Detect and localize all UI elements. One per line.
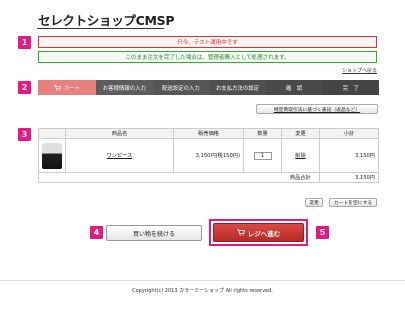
header-qty: 数量 (243, 128, 282, 139)
step-label: お客様情報の入力 (102, 85, 146, 92)
page-title: セレクトショップCMSP (38, 13, 175, 28)
section-badge-2: 2 (18, 81, 31, 94)
item-subtotal: 3,150円 (319, 138, 379, 173)
step-label: お支払方法の設定 (215, 85, 260, 92)
header-change: 変更 (281, 128, 320, 139)
header-image (38, 128, 66, 139)
cart-table: 商品名 販売価格 数量 変更 小計 ワンピース 3,150円(税150円) 1 … (38, 128, 379, 183)
update-button-label: 変更 (309, 201, 319, 206)
step-label: カート (63, 85, 81, 92)
table-header-row: 商品名 販売価格 数量 変更 小計 (38, 128, 379, 139)
continue-shopping-label: 買い物を続ける (132, 230, 175, 238)
checkout-button[interactable]: レジへ進む (213, 223, 304, 242)
update-button[interactable]: 変更 (305, 198, 323, 207)
tokushoho-link-label: 特定商取引法に基づく表記（返品など） (273, 107, 361, 113)
header-product: 商品名 (65, 128, 174, 139)
clear-cart-button[interactable]: カートを空にする (329, 198, 377, 207)
cart-icon (236, 229, 245, 236)
step-payment: お支払方法の設定 (209, 80, 266, 95)
test-mode-notice: 只今、テスト運用中です (38, 36, 377, 48)
section-badge-1: 1 (18, 36, 31, 49)
qty-cell: 1 (243, 138, 282, 173)
step-cart: カート (38, 80, 96, 95)
product-name-link[interactable]: ワンピース (107, 153, 133, 159)
table-row: ワンピース 3,150円(税150円) 1 削除 3,150円 (38, 138, 379, 173)
cart-icon (53, 84, 61, 91)
header-price: 販売価格 (173, 128, 244, 139)
footer-copyright: Copyright(c) 2013 カラーミーショップ All rights r… (0, 280, 405, 294)
product-name-cell: ワンピース (65, 138, 174, 173)
total-value: 3,150円 (319, 172, 379, 183)
step-customer-info: お客様情報の入力 (96, 80, 153, 95)
admin-purchase-notice: このまま注文を完了した場合は、管理者購入として処理されます。 (38, 51, 377, 63)
checkout-steps: カート お客様情報の入力 配送設定の入力 お支払方法の設定 確 認 完 了 (38, 80, 379, 95)
continue-shopping-button[interactable]: 買い物を続ける (106, 225, 202, 241)
quantity-input[interactable]: 1 (253, 151, 272, 160)
checkout-label: レジへ進む (247, 229, 281, 238)
step-confirm: 確 認 (265, 80, 323, 95)
header-subtotal: 小計 (319, 128, 379, 139)
back-to-shop-link[interactable]: ショップへ戻る (342, 67, 377, 74)
delete-link[interactable]: 削除 (295, 153, 305, 159)
total-label: 商品合計 (281, 172, 320, 183)
section-badge-3: 3 (18, 128, 31, 141)
step-label: 確 認 (285, 85, 303, 92)
step-complete: 完 了 (322, 80, 379, 95)
section-badge-4: 4 (90, 226, 103, 239)
product-price: 3,150円(税150円) (173, 138, 244, 173)
clear-cart-label: カートを空にする (333, 201, 373, 206)
total-row: 商品合計 3,150円 (38, 172, 379, 183)
delete-cell: 削除 (281, 138, 320, 173)
step-delivery: 配送設定の入力 (152, 80, 210, 95)
tokushoho-link-button[interactable]: 特定商取引法に基づく表記（返品など） (256, 104, 378, 114)
section-badge-5: 5 (316, 226, 329, 239)
product-image-cell (38, 138, 66, 173)
product-thumbnail[interactable] (42, 142, 62, 169)
title-underline (37, 28, 164, 29)
step-label: 完 了 (342, 85, 359, 92)
step-label: 配送設定の入力 (162, 85, 200, 92)
